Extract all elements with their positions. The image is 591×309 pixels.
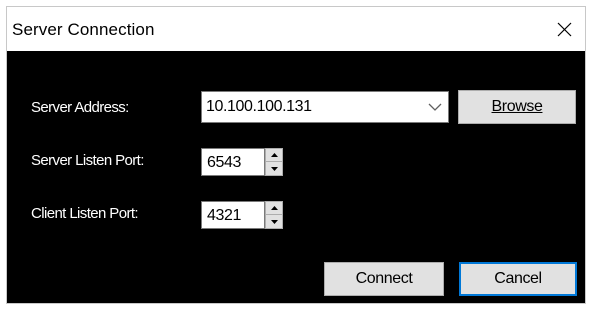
client-listen-port-down-button[interactable] [266,215,282,228]
server-listen-port-field[interactable]: 6543 [201,148,265,176]
server-address-value[interactable]: 10.100.100.131 [206,98,312,116]
cancel-button[interactable]: Cancel [459,262,577,296]
connect-button[interactable]: Connect [324,262,444,296]
server-address-label: Server Address: [31,99,129,116]
spin-down-icon [270,219,278,224]
server-connection-dialog: Server Connection Server Address: 10.100… [6,6,586,304]
server-listen-port-spin-buttons[interactable] [265,148,283,176]
chevron-down-icon[interactable] [428,101,442,113]
client-listen-port-stepper[interactable]: 4321 [201,201,283,229]
server-address-combobox[interactable]: 10.100.100.131 [201,91,449,123]
server-listen-port-stepper[interactable]: 6543 [201,148,283,176]
window-title: Server Connection [12,20,155,39]
browse-button[interactable]: Browse [458,90,576,124]
client-listen-port-spin-buttons[interactable] [265,201,283,229]
server-listen-port-label: Server Listen Port: [31,152,144,169]
client-listen-port-up-button[interactable] [266,202,282,215]
server-listen-port-up-button[interactable] [266,149,282,162]
spin-up-icon [270,206,278,210]
client-listen-port-field[interactable]: 4321 [201,201,265,229]
dialog-body: Server Address: 10.100.100.131 Browse Se… [7,51,585,303]
server-listen-port-value[interactable]: 6543 [207,154,241,172]
title-bar[interactable]: Server Connection [7,7,585,51]
spin-down-icon [270,166,278,171]
spin-up-icon [270,153,278,157]
server-listen-port-down-button[interactable] [266,162,282,175]
close-button[interactable] [545,9,583,49]
client-listen-port-label: Client Listen Port: [31,205,139,222]
close-icon [557,22,571,36]
client-listen-port-value[interactable]: 4321 [207,207,241,225]
